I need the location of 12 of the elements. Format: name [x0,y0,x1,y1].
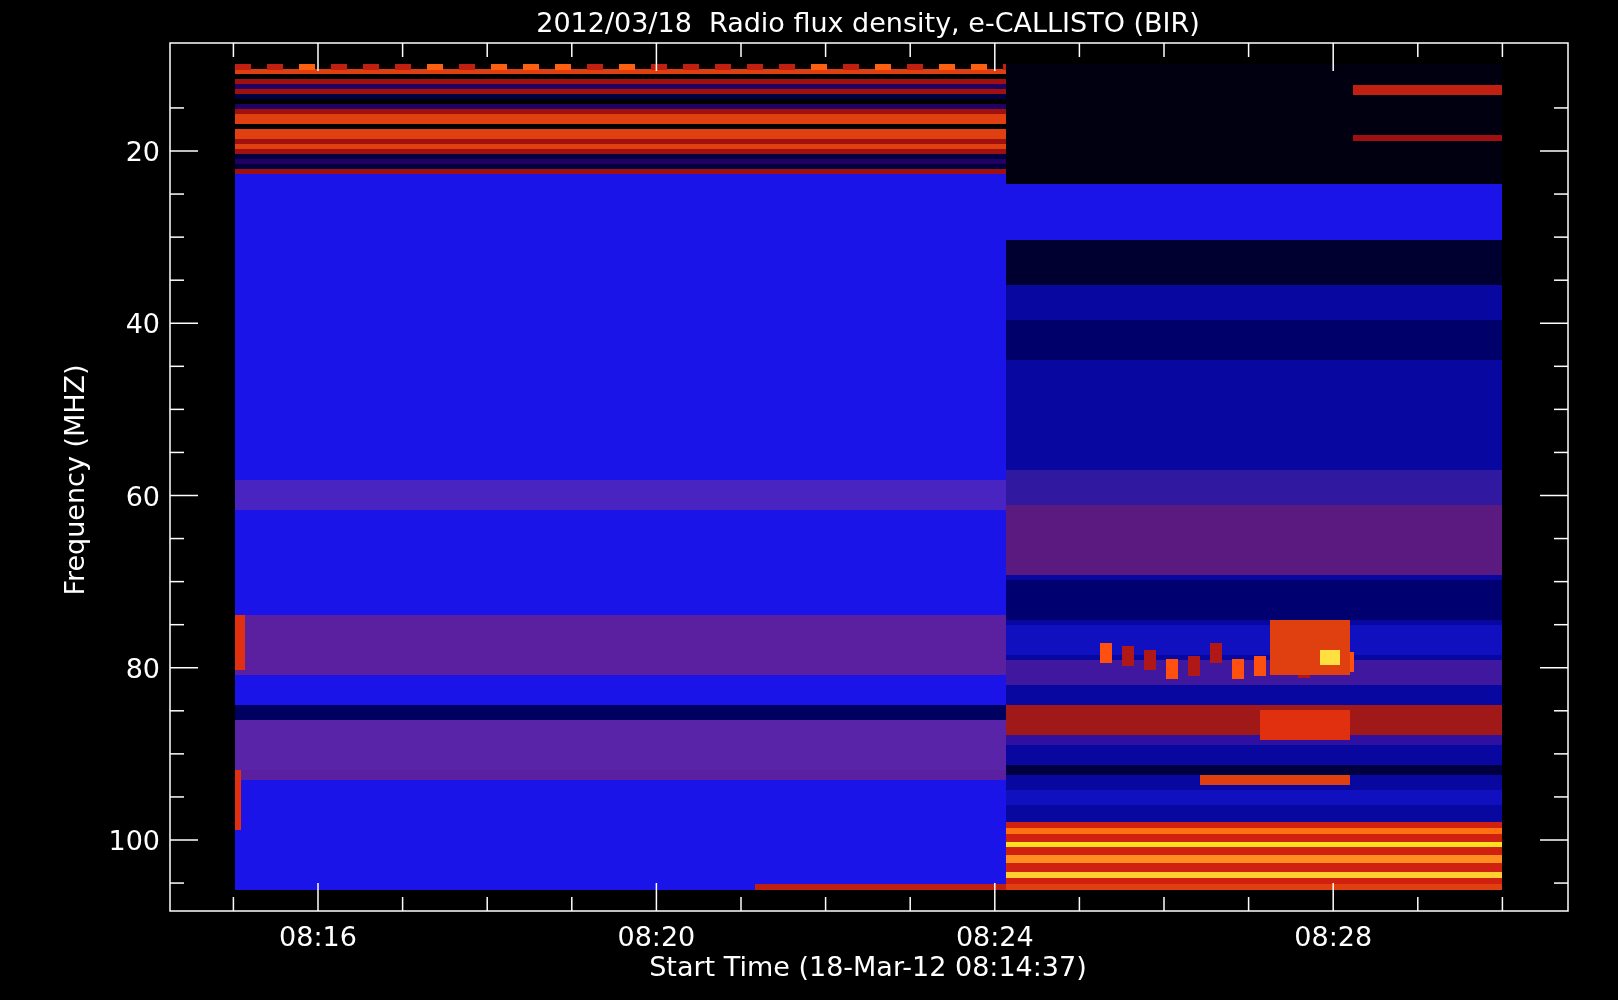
x-tick-label: 08:16 [279,921,357,952]
y-tick-label: 20 [125,136,160,167]
y-tick-label: 40 [125,308,160,340]
x-tick-label: 08:24 [955,921,1034,952]
chart-title: 2012/03/18 Radio flux density, e-CALLISTO (BIR) [536,7,1200,38]
x-axis-label: Start Time (18-Mar-12 08:14:37) [649,951,1087,982]
y-tick-label: 100 [108,825,160,856]
y-tick-label: 60 [125,480,160,512]
y-tick-label: 80 [125,652,160,684]
x-tick-label: 08:28 [1294,921,1373,952]
x-tick-label: 08:20 [617,921,696,952]
y-axis-label: Frequency (MHZ) [59,364,90,596]
